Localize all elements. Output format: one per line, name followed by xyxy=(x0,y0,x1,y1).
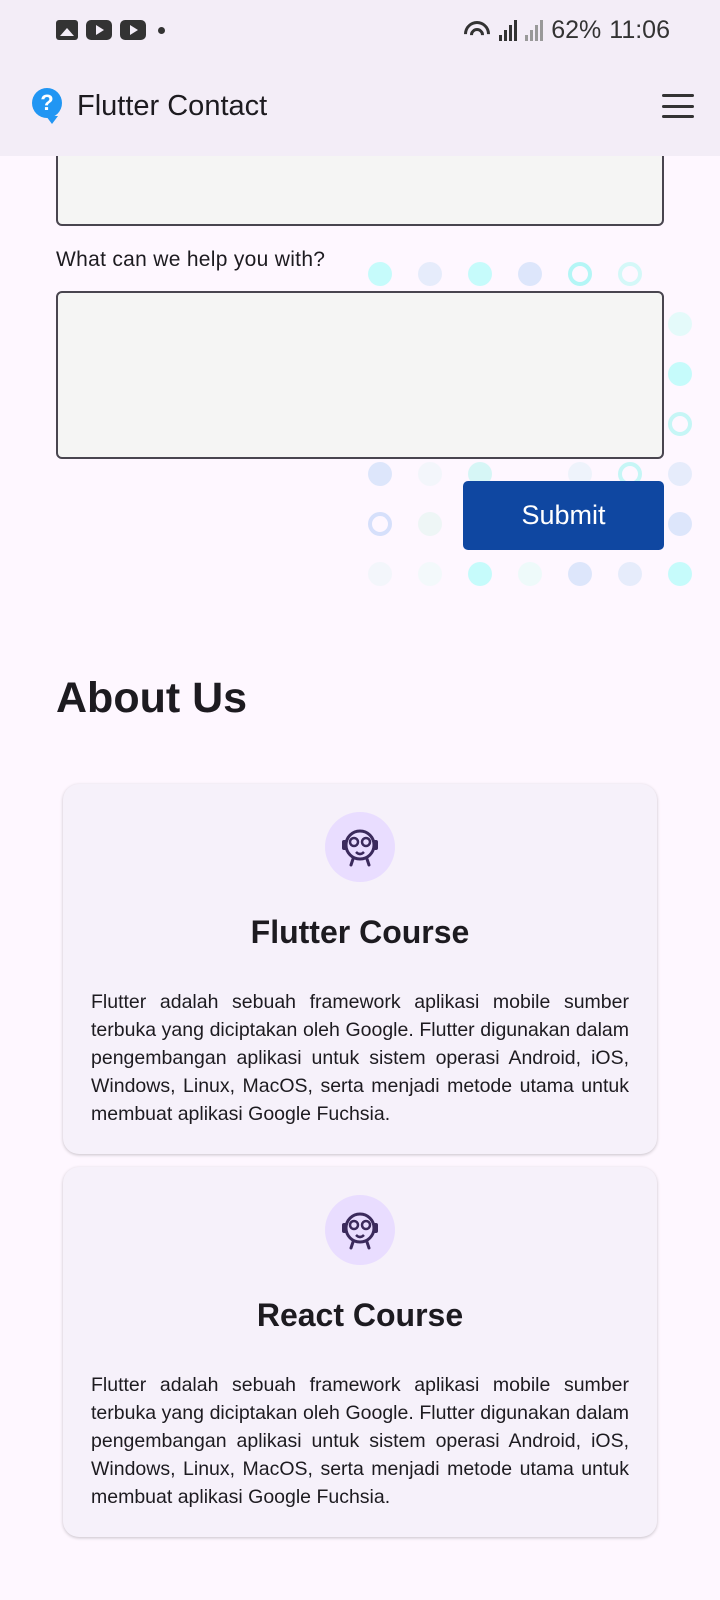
decorative-dot xyxy=(368,262,392,286)
decorative-dot xyxy=(618,562,642,586)
decorative-dot xyxy=(468,562,492,586)
system-indicators: 62% 11:06 xyxy=(463,14,670,46)
about-us-title: About Us xyxy=(56,674,248,722)
menu-icon[interactable] xyxy=(662,94,694,118)
previous-field[interactable] xyxy=(56,156,664,226)
decorative-dot xyxy=(568,562,592,586)
clock: 11:06 xyxy=(609,15,670,44)
status-bar: 62% 11:06 xyxy=(0,0,720,60)
youtube-icon xyxy=(86,20,112,40)
decorative-dot xyxy=(368,512,392,536)
app-title: Flutter Contact xyxy=(77,90,268,122)
help-field-label: What can we help you with? xyxy=(56,248,326,271)
decorative-dot xyxy=(668,362,692,386)
decorative-dot xyxy=(668,412,692,436)
card-description: Flutter adalah sebuah framework aplikasi… xyxy=(91,991,629,1125)
decorative-dot xyxy=(418,462,442,486)
card-title: Flutter Course xyxy=(250,914,470,950)
battery-level: 62% xyxy=(551,15,602,44)
card-description: Flutter adalah sebuah framework aplikasi… xyxy=(91,1374,629,1508)
decorative-dot xyxy=(368,462,392,486)
submit-button[interactable]: Submit xyxy=(463,481,664,550)
decorative-dot xyxy=(668,462,692,486)
course-card-react: React Course Flutter adalah sebuah frame… xyxy=(63,1167,657,1537)
card-title: React Course xyxy=(256,1297,464,1333)
dot-icon xyxy=(158,26,165,34)
decorative-dot xyxy=(418,262,442,286)
signal-secondary-icon xyxy=(525,19,544,41)
decorative-dot xyxy=(368,562,392,586)
mascot-icon xyxy=(325,812,395,882)
decorative-dot xyxy=(418,562,442,586)
help-textarea[interactable] xyxy=(56,291,664,459)
decorative-dot xyxy=(468,262,492,286)
decorative-dot xyxy=(518,262,542,286)
decorative-dot xyxy=(668,312,692,336)
decorative-dot xyxy=(418,512,442,536)
decorative-dot xyxy=(668,512,692,536)
wifi-icon xyxy=(463,19,492,41)
signal-icon xyxy=(499,19,518,41)
notification-icons xyxy=(56,18,165,42)
image-icon xyxy=(56,20,78,40)
course-card-flutter: Flutter Course Flutter adalah sebuah fra… xyxy=(63,784,657,1154)
youtube-icon xyxy=(120,20,146,40)
decorative-dot xyxy=(618,262,642,286)
scroll-content[interactable]: What can we help you with? Submit About … xyxy=(0,156,720,1600)
decorative-dot xyxy=(518,562,542,586)
help-icon: ? xyxy=(32,88,62,124)
mascot-icon xyxy=(325,1195,395,1265)
decorative-dot xyxy=(568,262,592,286)
decorative-dot xyxy=(668,562,692,586)
app-bar: ? Flutter Contact xyxy=(0,60,720,156)
